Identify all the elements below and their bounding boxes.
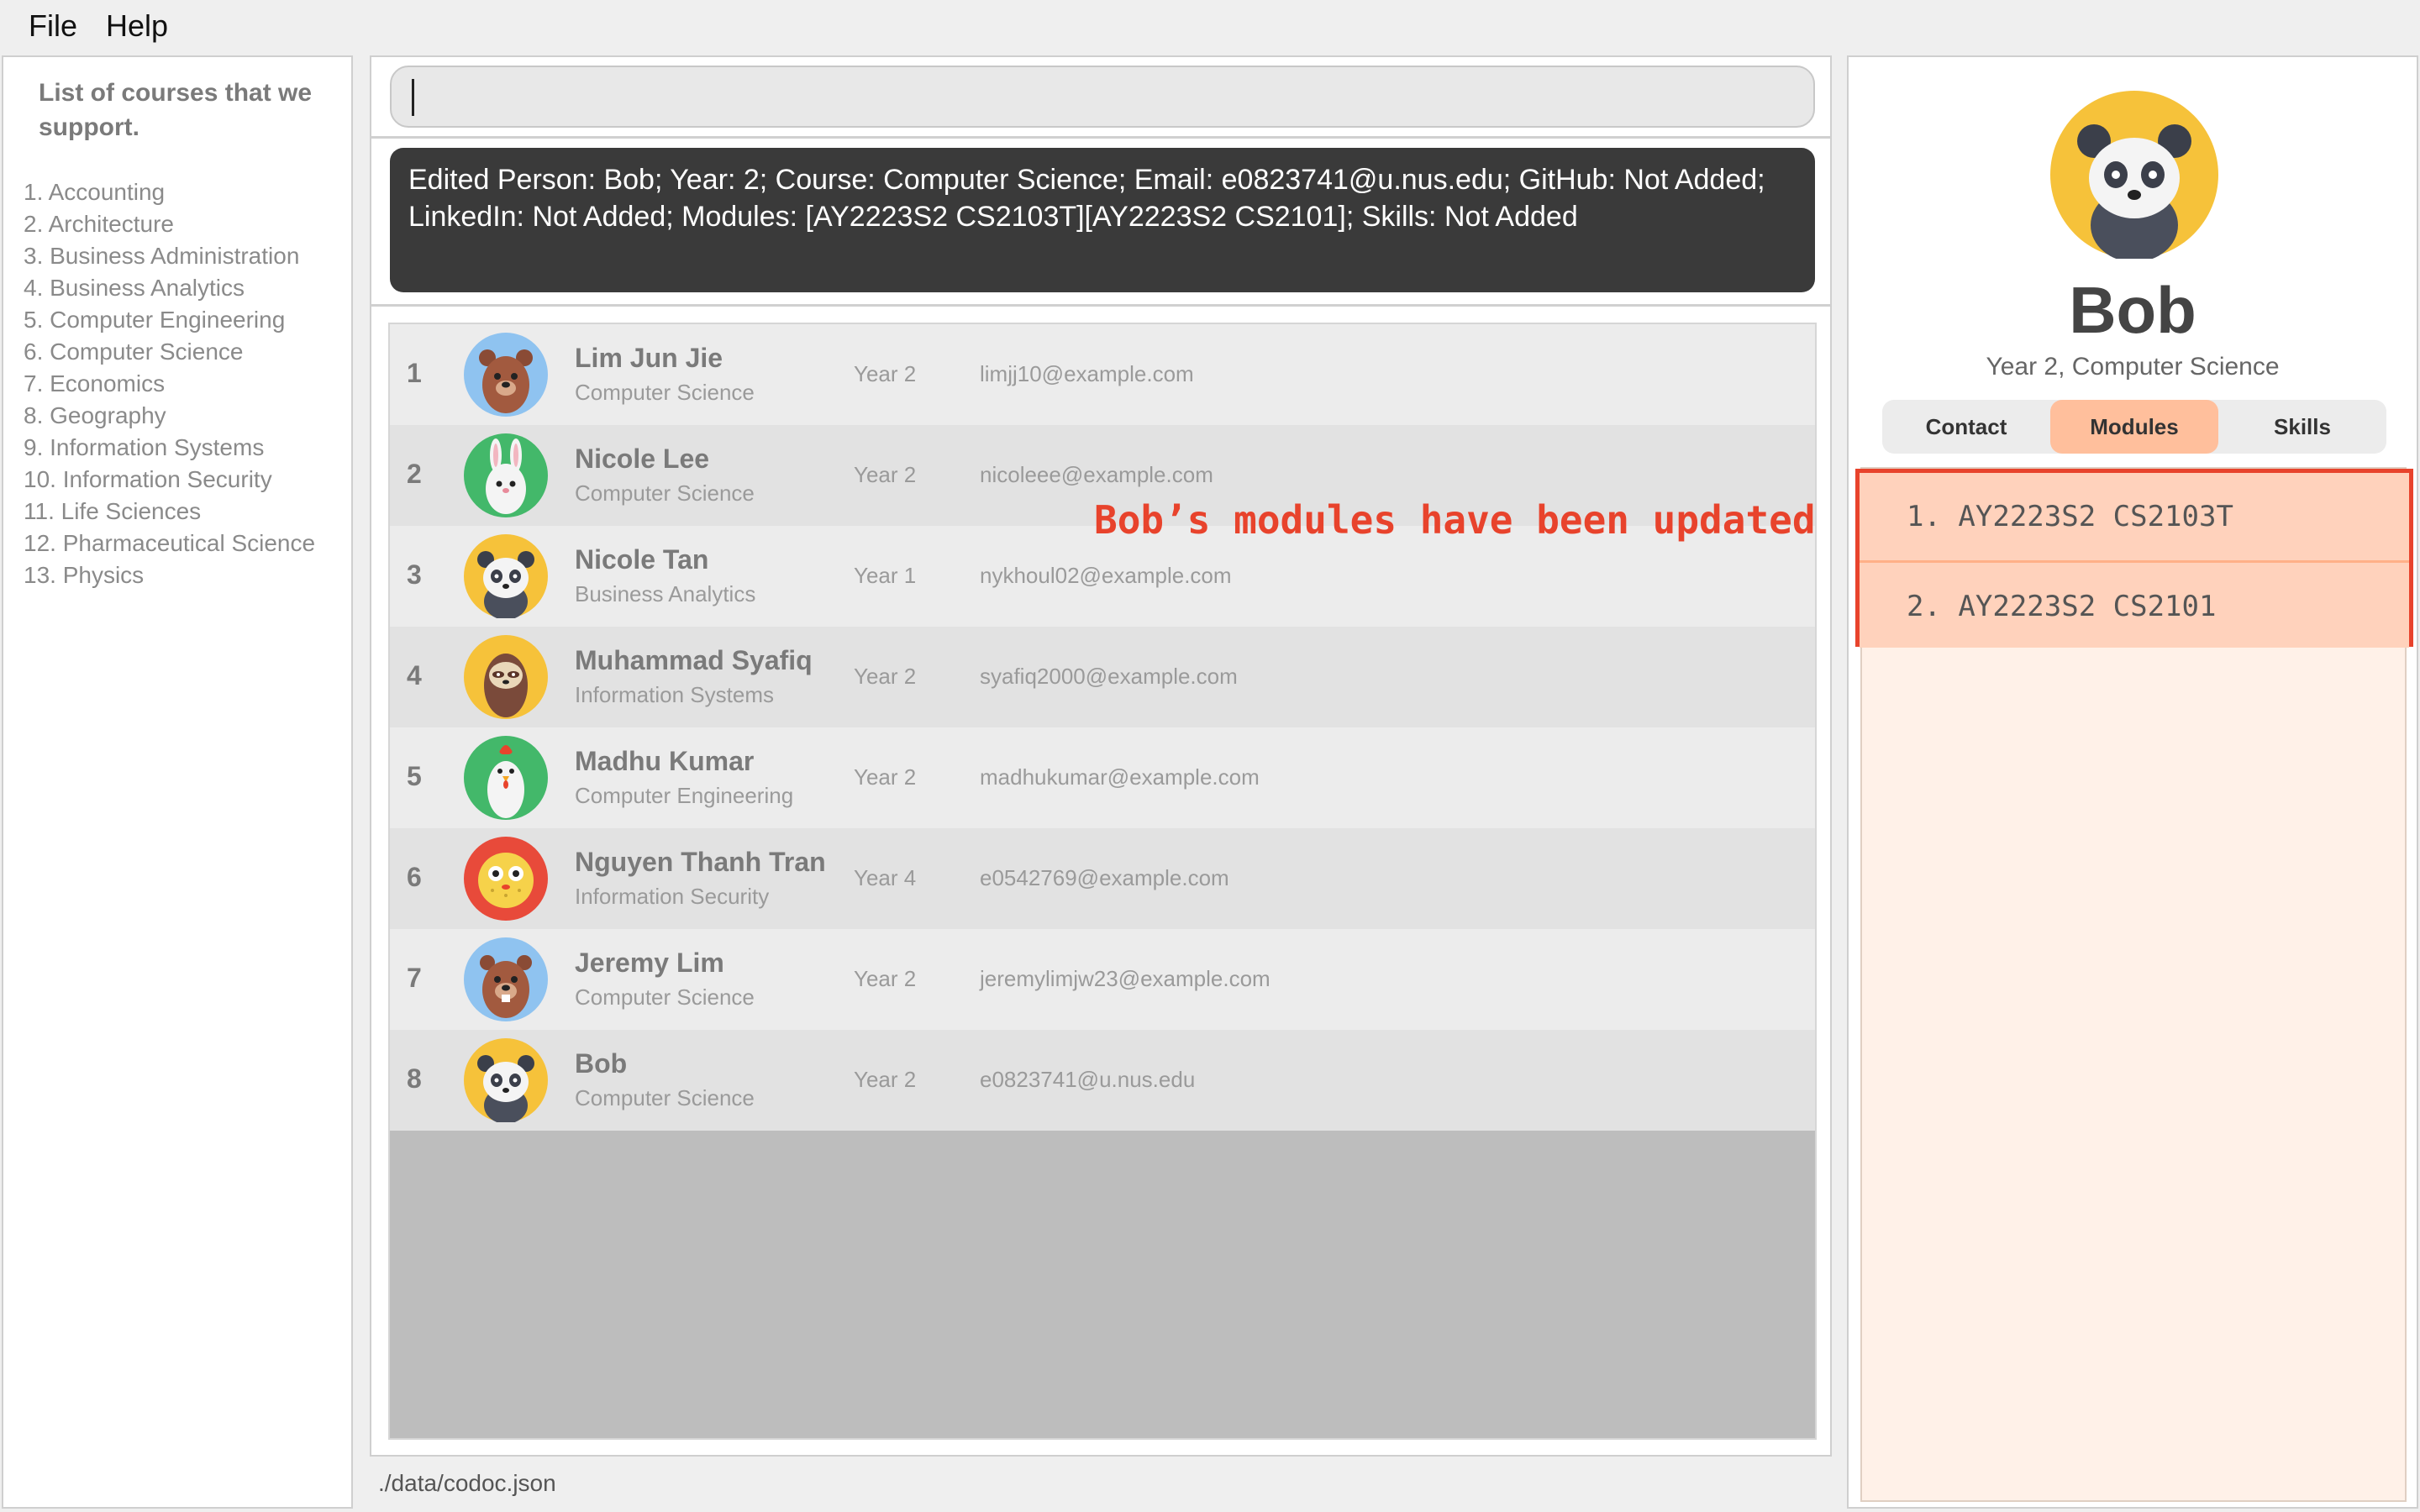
status-bar-path: ./data/codoc.json xyxy=(378,1470,556,1496)
course-item: 6. Computer Science xyxy=(24,339,244,365)
person-email: nykhoul02@example.com xyxy=(980,563,1232,588)
person-year: Year 4 xyxy=(854,865,917,890)
person-email: syafiq2000@example.com xyxy=(980,664,1238,689)
person-email: e0823741@u.nus.edu xyxy=(980,1067,1196,1092)
person-card[interactable]: 5 Madhu Kumar Computer Engineering Year … xyxy=(390,727,1815,828)
person-name: Muhammad Syafiq xyxy=(575,645,813,675)
person-name: Bob xyxy=(575,1048,628,1079)
course-item: 10. Information Security xyxy=(24,466,272,492)
course-item: 4. Business Analytics xyxy=(24,275,245,301)
module-item: 1. AY2223S2 CS2103T xyxy=(1860,473,2409,560)
person-year: Year 2 xyxy=(854,1067,917,1092)
command-input[interactable] xyxy=(390,66,1815,128)
course-item: 1. Accounting xyxy=(24,179,166,205)
annotation-text: Bob’s modules have been updated xyxy=(1094,497,1816,543)
course-list-title: List of courses that we support. xyxy=(39,79,313,141)
person-detail-panel: Bob Year 2, Computer Science Contact Mod… xyxy=(1847,55,2418,1509)
person-index: 1 xyxy=(407,358,422,388)
person-course: Computer Science xyxy=(575,480,755,506)
person-course: Computer Science xyxy=(575,984,755,1010)
person-index: 6 xyxy=(407,862,422,892)
main-panel: Edited Person: Bob; Year: 2; Course: Com… xyxy=(370,55,1832,1457)
person-course: Information Security xyxy=(575,884,770,909)
person-email: jeremylimjw23@example.com xyxy=(980,966,1270,991)
detail-subtitle: Year 2, Computer Science xyxy=(1986,353,2280,381)
course-list-panel: List of courses that we support. 1. Acco… xyxy=(2,55,353,1509)
person-year: Year 1 xyxy=(854,563,917,588)
person-list[interactable]: 1 Lim Jun Jie Computer Science Year 2 li… xyxy=(388,323,1817,1440)
tab-skills[interactable]: Skills xyxy=(2218,400,2386,454)
course-item: 5. Computer Engineering xyxy=(24,307,286,333)
person-name: Nguyen Thanh Tran xyxy=(575,847,826,877)
person-index: 4 xyxy=(407,660,422,690)
course-list: 1. Accounting 2. Architecture 3. Busines… xyxy=(24,176,315,591)
modules-highlight-box: 1. AY2223S2 CS2103T 2. AY2223S2 CS2101 xyxy=(1855,469,2413,648)
course-item: 13. Physics xyxy=(24,562,145,588)
detail-tabs: Contact Modules Skills xyxy=(1882,400,2386,454)
person-name: Jeremy Lim xyxy=(575,948,724,978)
divider xyxy=(371,304,1830,307)
person-year: Year 2 xyxy=(854,361,917,386)
person-card[interactable]: 7 Jeremy Lim Computer Science Year 2 jer… xyxy=(390,929,1815,1030)
course-item: 12. Pharmaceutical Science xyxy=(24,530,316,556)
sloth-icon xyxy=(464,635,548,719)
course-item: 9. Information Systems xyxy=(24,434,265,460)
person-email: e0542769@example.com xyxy=(980,865,1229,890)
panda-icon xyxy=(2050,91,2218,259)
person-course: Information Systems xyxy=(575,682,774,707)
person-name: Lim Jun Jie xyxy=(575,343,723,373)
person-email: nicoleee@example.com xyxy=(980,462,1213,487)
person-course: Computer Engineering xyxy=(575,783,794,808)
person-course: Computer Science xyxy=(575,1085,755,1110)
person-index: 8 xyxy=(407,1063,422,1094)
person-index: 3 xyxy=(407,559,422,590)
person-email: limjj10@example.com xyxy=(980,361,1194,386)
person-name: Madhu Kumar xyxy=(575,746,755,776)
beaver-icon xyxy=(464,937,548,1021)
course-item: 3. Business Administration xyxy=(24,243,300,269)
person-name: Nicole Tan xyxy=(575,544,709,575)
course-item: 8. Geography xyxy=(24,402,166,428)
person-year: Year 2 xyxy=(854,966,917,991)
course-item: 11. Life Sciences xyxy=(24,498,202,524)
person-year: Year 2 xyxy=(854,462,917,487)
person-index: 5 xyxy=(407,761,422,791)
menu-help[interactable]: Help xyxy=(106,8,168,44)
module-item: 2. AY2223S2 CS2101 xyxy=(1860,560,2409,648)
person-card[interactable]: 1 Lim Jun Jie Computer Science Year 2 li… xyxy=(390,324,1815,425)
course-item: 2. Architecture xyxy=(24,211,174,237)
person-course: Business Analytics xyxy=(575,581,756,606)
panda-icon xyxy=(464,1038,548,1122)
result-display: Edited Person: Bob; Year: 2; Course: Com… xyxy=(390,148,1815,292)
person-course: Computer Science xyxy=(575,380,755,405)
person-year: Year 2 xyxy=(854,764,917,790)
person-index: 7 xyxy=(407,963,422,993)
person-card[interactable]: 8 Bob Computer Science Year 2 e0823741@u… xyxy=(390,1030,1815,1131)
person-email: madhukumar@example.com xyxy=(980,764,1260,790)
person-name: Nicole Lee xyxy=(575,444,710,474)
rabbit-icon xyxy=(464,433,548,517)
pufferfish-icon xyxy=(464,837,548,921)
person-year: Year 2 xyxy=(854,664,917,689)
text-caret xyxy=(412,79,414,116)
panda-icon xyxy=(464,534,548,618)
person-card[interactable]: 6 Nguyen Thanh Tran Information Security… xyxy=(390,828,1815,929)
divider xyxy=(371,136,1830,139)
course-item: 7. Economics xyxy=(24,370,166,396)
tab-modules[interactable]: Modules xyxy=(2050,400,2218,454)
menu-file[interactable]: File xyxy=(29,8,77,44)
chicken-icon xyxy=(464,736,548,820)
person-card[interactable]: 4 Muhammad Syafiq Information Systems Ye… xyxy=(390,627,1815,727)
detail-name: Bob xyxy=(2069,273,2196,347)
menu-bar: File Help xyxy=(0,0,2420,54)
bear-icon xyxy=(464,333,548,417)
person-index: 2 xyxy=(407,459,422,489)
tab-contact[interactable]: Contact xyxy=(1882,400,2050,454)
